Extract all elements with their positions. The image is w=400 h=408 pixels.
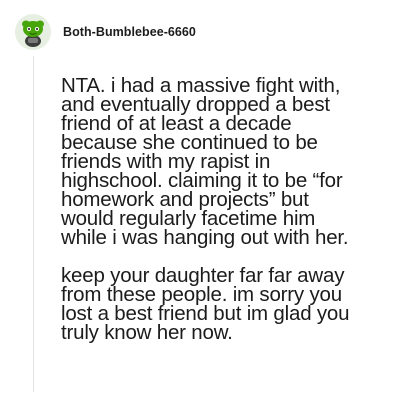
snoo-avatar-icon [15, 14, 51, 50]
thread-line[interactable] [33, 56, 34, 392]
comment-paragraph: keep your daughter far far away from the… [61, 264, 350, 344]
comment-header: Both-Bumblebee-6660 [15, 14, 196, 50]
comment-card: Both-Bumblebee-6660 NTA. i had a massive… [0, 0, 400, 408]
comment-author-username[interactable]: Both-Bumblebee-6660 [63, 25, 196, 39]
comment-body: NTA. i had a massive fight with, and eve… [61, 74, 397, 344]
comment-paragraph: NTA. i had a massive fight with, and eve… [61, 74, 349, 249]
avatar[interactable] [15, 14, 51, 50]
